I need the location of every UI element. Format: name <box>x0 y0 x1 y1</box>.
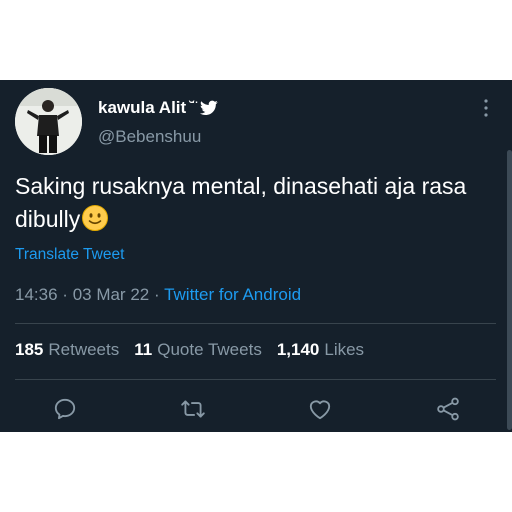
quote-tweets-stat[interactable]: 11 Quote Tweets <box>134 340 262 360</box>
slightly-smiling-face-icon <box>81 204 109 232</box>
likes-count: 1,140 <box>276 340 320 359</box>
likes-stat[interactable]: 1,140 Likes <box>277 340 364 360</box>
tweet-text: Saking rusaknya mental, dinasehati aja r… <box>15 170 485 236</box>
tweet-date: 03 Mar 22 <box>72 285 150 304</box>
tweet-source-link[interactable]: Twitter for Android <box>164 285 301 304</box>
heart-icon[interactable] <box>307 396 333 422</box>
avatar-image <box>15 88 82 155</box>
name-decoration: ˘̈ <box>189 98 195 117</box>
retweets-stat[interactable]: 185 Retweets <box>15 340 119 360</box>
display-name[interactable]: kawula Alit ˘̈ <box>98 98 218 118</box>
more-options-icon[interactable] <box>478 97 494 119</box>
retweets-count: 185 <box>15 340 44 359</box>
likes-label: Likes <box>324 340 365 359</box>
twitter-bird-icon <box>199 100 218 116</box>
divider <box>15 323 496 324</box>
meta-separator-2: · <box>153 285 160 304</box>
scrollbar-thumb[interactable] <box>507 150 512 430</box>
tweet-meta: 14:36 · 03 Mar 22 · Twitter for Android <box>15 285 301 305</box>
user-handle[interactable]: @Bebenshuu <box>98 127 201 147</box>
retweet-icon[interactable] <box>180 396 206 422</box>
quote-tweets-count: 11 <box>134 340 153 359</box>
display-name-text: kawula Alit <box>98 98 187 117</box>
avatar[interactable] <box>15 88 82 155</box>
translate-tweet-link[interactable]: Translate Tweet <box>15 246 124 264</box>
divider <box>15 379 496 380</box>
tweet-stats: 185 Retweets 11 Quote Tweets 1,140 Likes <box>15 340 364 360</box>
meta-separator: · <box>62 285 68 304</box>
retweets-label: Retweets <box>48 340 120 359</box>
reply-icon[interactable] <box>52 396 78 422</box>
share-icon[interactable] <box>435 396 461 422</box>
tweet-time: 14:36 <box>15 285 58 304</box>
quote-tweets-label: Quote Tweets <box>157 340 262 359</box>
